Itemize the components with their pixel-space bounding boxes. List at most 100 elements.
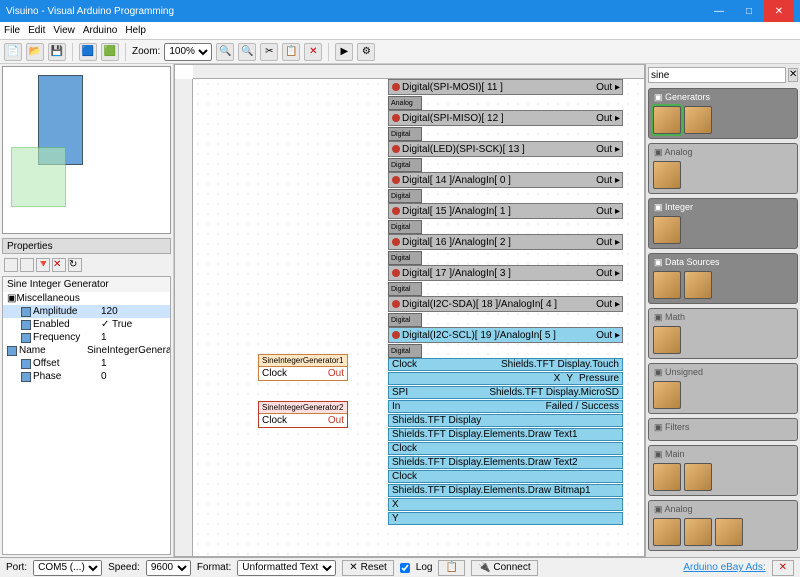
save-button[interactable]: 💾 (48, 43, 66, 61)
tft-clock1[interactable]: Clock (388, 442, 623, 455)
port-select[interactable]: COM5 (...) (33, 560, 102, 576)
menu-help[interactable]: Help (125, 25, 146, 36)
pin-2[interactable]: Digital(LED)(SPI-SCK)[ 13 ]Out ▸ (388, 141, 623, 157)
tft-spi[interactable]: SPIShields.TFT Display.MicroSD (388, 386, 623, 399)
palette-tile[interactable] (653, 326, 681, 354)
prop-group[interactable]: ▣ Miscellaneous (3, 292, 170, 305)
paste-button[interactable]: 📋 (282, 43, 300, 61)
pin-3[interactable]: Digital[ 14 ]/AnalogIn[ 0 ]Out ▸ (388, 172, 623, 188)
zoom-in-button[interactable]: 🔍 (216, 43, 234, 61)
speed-select[interactable]: 9600 (146, 560, 191, 576)
tft-in[interactable]: InFailed / Success (388, 400, 623, 413)
menu-edit[interactable]: Edit (28, 25, 45, 36)
board-button[interactable]: 🟦 (79, 43, 97, 61)
palette-tile[interactable] (715, 518, 743, 546)
ads-close-button[interactable]: ✕ (772, 560, 794, 576)
tft-text2[interactable]: Shields.TFT Display.Elements.Draw Text2 (388, 456, 623, 469)
pin-7[interactable]: Digital(I2C-SDA)[ 18 ]/AnalogIn[ 4 ]Out … (388, 296, 623, 312)
connect-button[interactable]: 🔌 Connect (471, 560, 538, 576)
close-button[interactable]: ✕ (764, 0, 794, 22)
prop-name[interactable]: NameSineIntegerGenerator2 (3, 344, 170, 357)
minimize-button[interactable]: — (704, 0, 734, 22)
palette-tile[interactable] (684, 106, 712, 134)
log-view-button[interactable]: 📋 (438, 560, 464, 576)
prop-btn-2[interactable] (20, 258, 34, 272)
sine-generator-1[interactable]: SineIntegerGenerator1 ClockOut (258, 354, 348, 381)
search-clear-button[interactable]: ✕ (788, 68, 798, 82)
cut-button[interactable]: ✂ (260, 43, 278, 61)
palette-group-unsigned: ▣ Unsigned (648, 363, 798, 414)
new-button[interactable]: 📄 (4, 43, 22, 61)
tft-x[interactable]: X (388, 498, 623, 511)
pin-label-4: Digital (388, 220, 422, 234)
pin-label-1: Digital (388, 127, 422, 141)
palette-tile[interactable] (684, 271, 712, 299)
title-bar: Visuino - Visual Arduino Programming — □… (0, 0, 800, 22)
palette-tile[interactable] (684, 518, 712, 546)
ruler-horizontal (193, 65, 644, 79)
design-canvas[interactable]: SineIntegerGenerator1 ClockOut SineInteg… (174, 64, 645, 557)
zoom-select[interactable]: 100% (164, 43, 212, 61)
tft-clock2[interactable]: Clock (388, 470, 623, 483)
upload-button[interactable]: ▶ (335, 43, 353, 61)
pin-8[interactable]: Digital(I2C-SCL)[ 19 ]/AnalogIn[ 5 ]Out … (388, 327, 623, 343)
pin-label-0: Analog (388, 96, 422, 110)
canvas-area[interactable]: SineIntegerGenerator1 ClockOut SineInteg… (193, 79, 644, 556)
tft-bitmap[interactable]: Shields.TFT Display.Elements.Draw Bitmap… (388, 484, 623, 497)
maximize-button[interactable]: □ (734, 0, 764, 22)
search-input[interactable] (648, 67, 786, 83)
palette-tile[interactable] (653, 161, 681, 189)
palette-group-generators: ▣ Generators (648, 88, 798, 139)
tft-y[interactable]: Y (388, 512, 623, 525)
preview-panel[interactable] (2, 66, 171, 234)
pin-4[interactable]: Digital[ 15 ]/AnalogIn[ 1 ]Out ▸ (388, 203, 623, 219)
pin-6[interactable]: Digital[ 17 ]/AnalogIn[ 3 ]Out ▸ (388, 265, 623, 281)
property-tree[interactable]: Sine Integer Generator ▣ Miscellaneous A… (2, 276, 171, 555)
palette-tile[interactable] (653, 216, 681, 244)
prop-btn-1[interactable] (4, 258, 18, 272)
palette-groups[interactable]: ▣ Generators▣ Analog▣ Integer▣ Data Sour… (646, 86, 800, 557)
open-button[interactable]: 📂 (26, 43, 44, 61)
palette-tile[interactable] (653, 518, 681, 546)
menu-arduino[interactable]: Arduino (83, 25, 117, 36)
main-area: Properties 🔻 ✕ ↻ Sine Integer Generator … (0, 64, 800, 557)
format-select[interactable]: Unformatted Text (237, 560, 336, 576)
tft-touch[interactable]: ClockShields.TFT Display.Touch (388, 358, 623, 371)
board2-button[interactable]: 🟩 (101, 43, 119, 61)
arduino-board[interactable]: Digital(SPI-MOSI)[ 11 ]Out ▸AnalogDigita… (388, 79, 623, 526)
prop-delete-button[interactable]: ✕ (52, 258, 66, 272)
reset-button[interactable]: ✕ Reset (342, 560, 394, 576)
pin-1[interactable]: Digital(SPI-MISO)[ 12 ]Out ▸ (388, 110, 623, 126)
palette-group-data-sources: ▣ Data Sources (648, 253, 798, 304)
status-bar: Port: COM5 (...) Speed: 9600 Format: Unf… (0, 557, 800, 577)
palette-tile[interactable] (653, 271, 681, 299)
palette-tile[interactable] (684, 463, 712, 491)
pin-5[interactable]: Digital[ 16 ]/AnalogIn[ 2 ]Out ▸ (388, 234, 623, 250)
sine-generator-2[interactable]: SineIntegerGenerator2 ClockOut (258, 401, 348, 428)
palette-tile[interactable] (653, 381, 681, 409)
ads-link[interactable]: Arduino eBay Ads: (683, 562, 765, 573)
pin-0[interactable]: Digital(SPI-MOSI)[ 11 ]Out ▸ (388, 79, 623, 95)
prop-refresh-button[interactable]: ↻ (68, 258, 82, 272)
properties-toolbar: 🔻 ✕ ↻ (0, 256, 173, 274)
palette-group-analog: ▣ Analog (648, 500, 798, 551)
delete-button[interactable]: ✕ (304, 43, 322, 61)
prop-offset[interactable]: Offset1 (3, 357, 170, 370)
prop-frequency[interactable]: Frequency1 (3, 331, 170, 344)
tft-display[interactable]: Shields.TFT Display (388, 414, 623, 427)
window-title: Visuino - Visual Arduino Programming (6, 6, 704, 17)
pin-label-2: Digital (388, 158, 422, 172)
menu-file[interactable]: File (4, 25, 20, 36)
config-button[interactable]: ⚙ (357, 43, 375, 61)
prop-enabled[interactable]: Enabled✓ True (3, 318, 170, 331)
prop-phase[interactable]: Phase0 (3, 370, 170, 383)
log-checkbox[interactable] (400, 563, 410, 573)
menu-view[interactable]: View (53, 25, 75, 36)
zoom-out-button[interactable]: 🔍 (238, 43, 256, 61)
palette-tile[interactable] (653, 106, 681, 134)
tft-text1[interactable]: Shields.TFT Display.Elements.Draw Text1 (388, 428, 623, 441)
palette-tile[interactable] (653, 463, 681, 491)
speed-label: Speed: (108, 562, 140, 573)
filter-icon[interactable]: 🔻 (36, 258, 50, 272)
prop-amplitude[interactable]: Amplitude120 (3, 305, 170, 318)
